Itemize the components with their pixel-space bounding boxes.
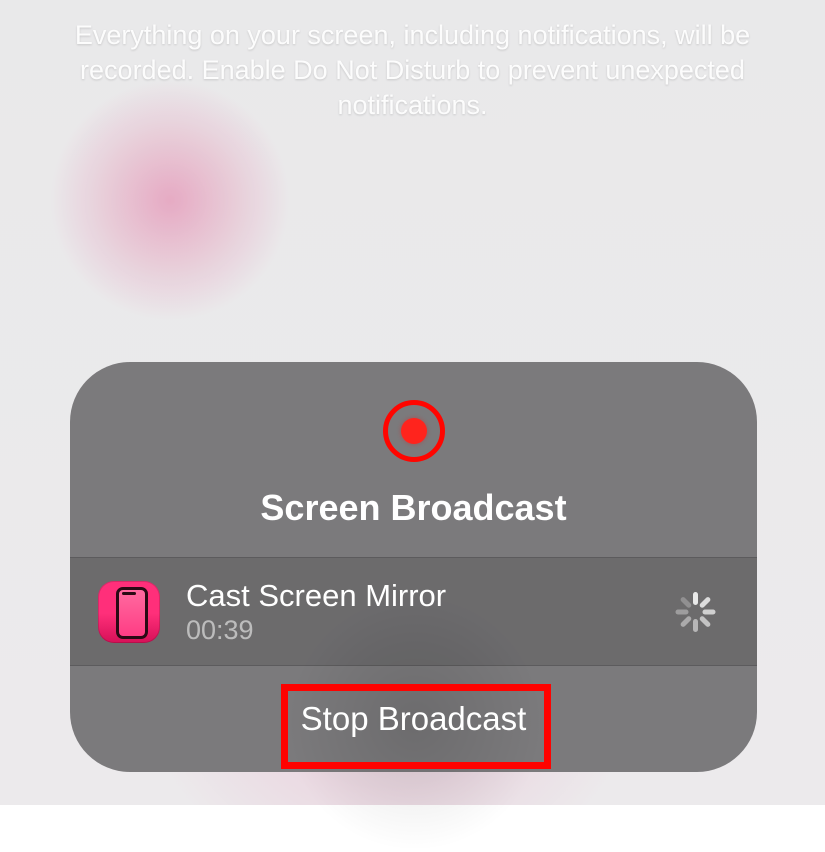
broadcast-title: Screen Broadcast [70,487,757,529]
app-icon [98,581,160,643]
broadcast-elapsed-time: 00:39 [186,617,675,644]
destination-app-name: Cast Screen Mirror [186,580,675,611]
recording-disclaimer-text: Everything on your screen, including not… [53,18,773,123]
spinner-icon [675,592,715,632]
broadcast-destination-row[interactable]: Cast Screen Mirror 00:39 [70,558,757,665]
record-icon [383,400,445,462]
annotation-highlight-box [281,684,551,769]
destination-text-group: Cast Screen Mirror 00:39 [186,580,675,644]
